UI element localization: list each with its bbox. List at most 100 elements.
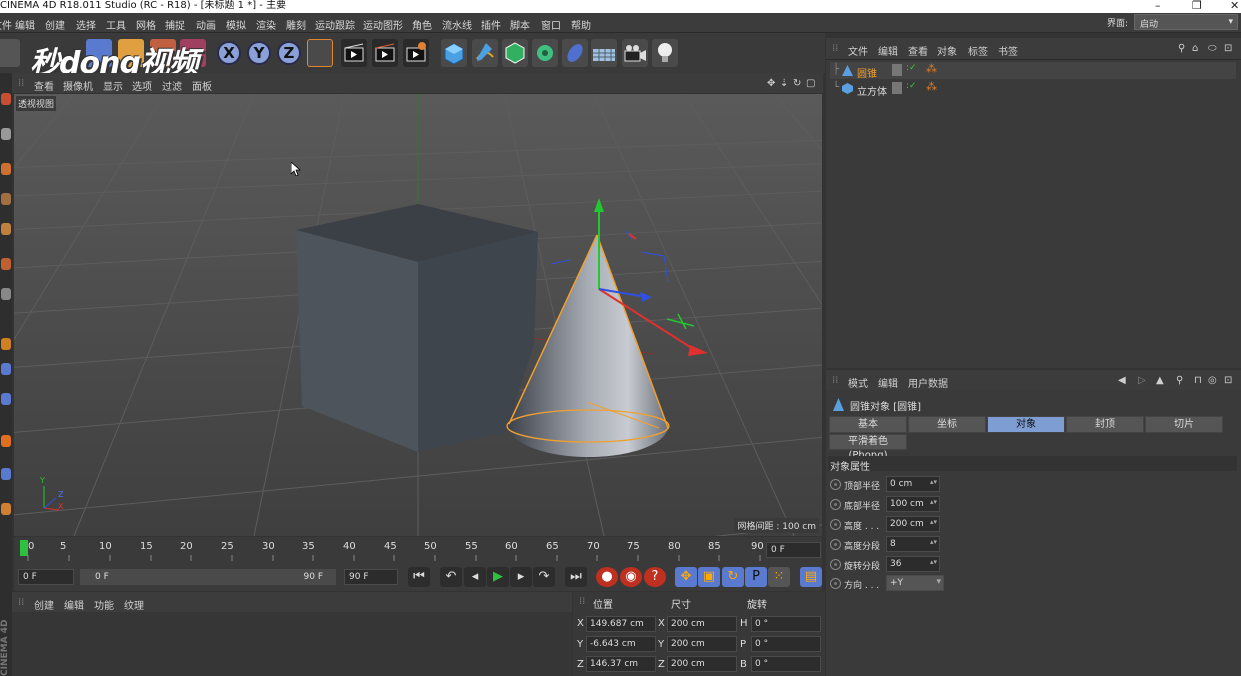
objmenu-file[interactable]: 文件 [848,43,868,58]
object-mode-icon[interactable] [1,128,11,140]
object-row-cone[interactable]: ├ 圆锥 :✓ ⁂ [830,62,1236,80]
height-input[interactable]: 200 cm ▴▾ [886,516,940,532]
back-arrow-icon[interactable]: ◀ [1118,375,1126,386]
stepper-icon[interactable]: ▴▾ [930,558,937,566]
undo-button[interactable] [0,39,20,67]
animate-radio[interactable] [830,559,841,570]
tab-phong[interactable]: 平滑着色(Phong) [829,434,907,461]
axis-icon[interactable] [1,393,11,405]
next-frame-button[interactable]: ▸ [510,567,532,587]
rot-p-field[interactable]: 0 ° [751,636,821,652]
tab-caps[interactable]: 封顶 [1066,416,1144,433]
size-x-field[interactable]: 200 cm [667,616,737,632]
rot-h-field[interactable]: 0 ° [751,616,821,632]
object-name-cone[interactable]: 圆锥 [857,65,877,80]
menu-character[interactable]: 角色 [412,17,432,32]
animate-radio[interactable] [830,539,841,550]
layout-select[interactable]: 启动 ▾ [1134,14,1238,30]
zoom-view-icon[interactable]: ⇣ [780,78,788,89]
material-menu-edit[interactable]: 编辑 [64,597,84,612]
scheme-settings-button[interactable]: ▤ [800,567,822,587]
pos-z-field[interactable]: 146.37 cm [586,656,656,672]
next-key-button[interactable]: ↷ [533,567,555,587]
forward-arrow-icon[interactable]: ▷ [1138,375,1146,386]
tab-basic[interactable]: 基本 [829,416,907,433]
menu-mesh[interactable]: 网格 [136,17,156,32]
menu-window[interactable]: 窗口 [541,17,561,32]
menu-mograph[interactable]: 运动图形 [363,17,403,32]
tweak-mode-icon[interactable] [1,435,11,447]
menu-sculpt[interactable]: 雕刻 [286,17,306,32]
render-settings-button[interactable] [403,39,429,67]
lock-icon[interactable]: ⊓ [1194,375,1202,386]
up-arrow-icon[interactable]: ▲ [1156,375,1164,386]
minimize-button[interactable]: – [1155,0,1161,12]
camera-button[interactable] [622,39,648,67]
viewport-menu-panel[interactable]: 面板 [192,78,212,93]
menu-simulate[interactable]: 模拟 [226,17,246,32]
maximize-view-icon[interactable]: ▢ [806,78,815,89]
search-icon[interactable]: ⚲ [1178,43,1185,54]
points-mode-icon[interactable] [1,223,11,235]
menu-script[interactable]: 脚本 [510,17,530,32]
animate-radio[interactable] [830,479,841,490]
size-z-field[interactable]: 200 cm [667,656,737,672]
render-view-button[interactable] [341,39,367,67]
menu-animate[interactable]: 动画 [196,17,216,32]
object-row-cube[interactable]: └ 立方体 :✓ ⁂ [830,80,1236,98]
light-button[interactable] [652,39,678,67]
rot-b-field[interactable]: 0 ° [751,656,821,672]
menu-tools[interactable]: 工具 [106,17,126,32]
record-point-level-button[interactable]: ⁙ [768,567,790,587]
solo-icon[interactable] [1,503,11,515]
render-picture-viewer-button[interactable] [372,39,398,67]
snap-icon[interactable] [1,363,11,375]
material-area[interactable] [12,612,572,676]
floor-button[interactable] [591,39,617,67]
stepper-icon[interactable]: ▴▾ [930,498,937,506]
home-icon[interactable]: ⌂ [1192,43,1198,54]
y-axis-lock-button[interactable]: Y [247,41,271,65]
play-button[interactable]: ▶ [487,567,509,587]
end-frame-field[interactable]: 90 F [344,569,398,585]
model-mode-icon[interactable] [1,93,11,105]
menu-select[interactable]: 选择 [76,17,96,32]
animate-radio[interactable] [830,519,841,530]
objmenu-objects[interactable]: 对象 [937,43,957,58]
x-axis-lock-button[interactable]: X [217,41,241,65]
menu-create[interactable]: 创建 [45,17,65,32]
layer-icon[interactable] [892,64,902,76]
menu-motion-tracking[interactable]: 运动跟踪 [315,17,355,32]
size-y-field[interactable]: 200 cm [667,636,737,652]
objmenu-edit[interactable]: 编辑 [878,43,898,58]
menu-help[interactable]: 帮助 [571,17,591,32]
material-menu-texture[interactable]: 纹理 [124,597,144,612]
close-button[interactable]: ✕ [1230,0,1239,12]
pos-x-field[interactable]: 149.687 cm [586,616,656,632]
menu-pipeline[interactable]: 流水线 [442,17,472,32]
polygons-mode-icon[interactable] [1,288,11,300]
viewport-menu-filter[interactable]: 过滤 [162,78,182,93]
visibility-check-icon[interactable]: :✓ [906,63,917,73]
attrmenu-edit[interactable]: 编辑 [878,375,898,390]
target-icon[interactable]: ◎ [1208,375,1217,386]
cube-primitive-button[interactable] [441,39,467,67]
frame-range-slider[interactable]: 0 F 90 F [80,569,336,585]
texture-mode-icon[interactable] [1,163,11,175]
objmenu-bookmarks[interactable]: 书签 [998,43,1018,58]
workplane-icon[interactable] [1,193,11,205]
viewport-menu-view[interactable]: 查看 [34,78,54,93]
pan-view-icon[interactable]: ✥ [767,78,775,89]
attrmenu-mode[interactable]: 模式 [848,375,868,390]
top-radius-input[interactable]: 0 cm ▴▾ [886,476,940,492]
record-position-button[interactable]: ✥ [675,567,697,587]
tab-coord[interactable]: 坐标 [908,416,986,433]
coordinate-system-button[interactable] [307,39,333,67]
animate-radio[interactable] [830,499,841,510]
deformer-button[interactable] [562,39,588,67]
go-to-start-button[interactable]: ⏮ [408,567,430,587]
stepper-icon[interactable]: ▴▾ [930,538,937,546]
spline-pen-button[interactable] [472,39,498,67]
animate-radio[interactable] [830,578,841,589]
objmenu-view[interactable]: 查看 [908,43,928,58]
